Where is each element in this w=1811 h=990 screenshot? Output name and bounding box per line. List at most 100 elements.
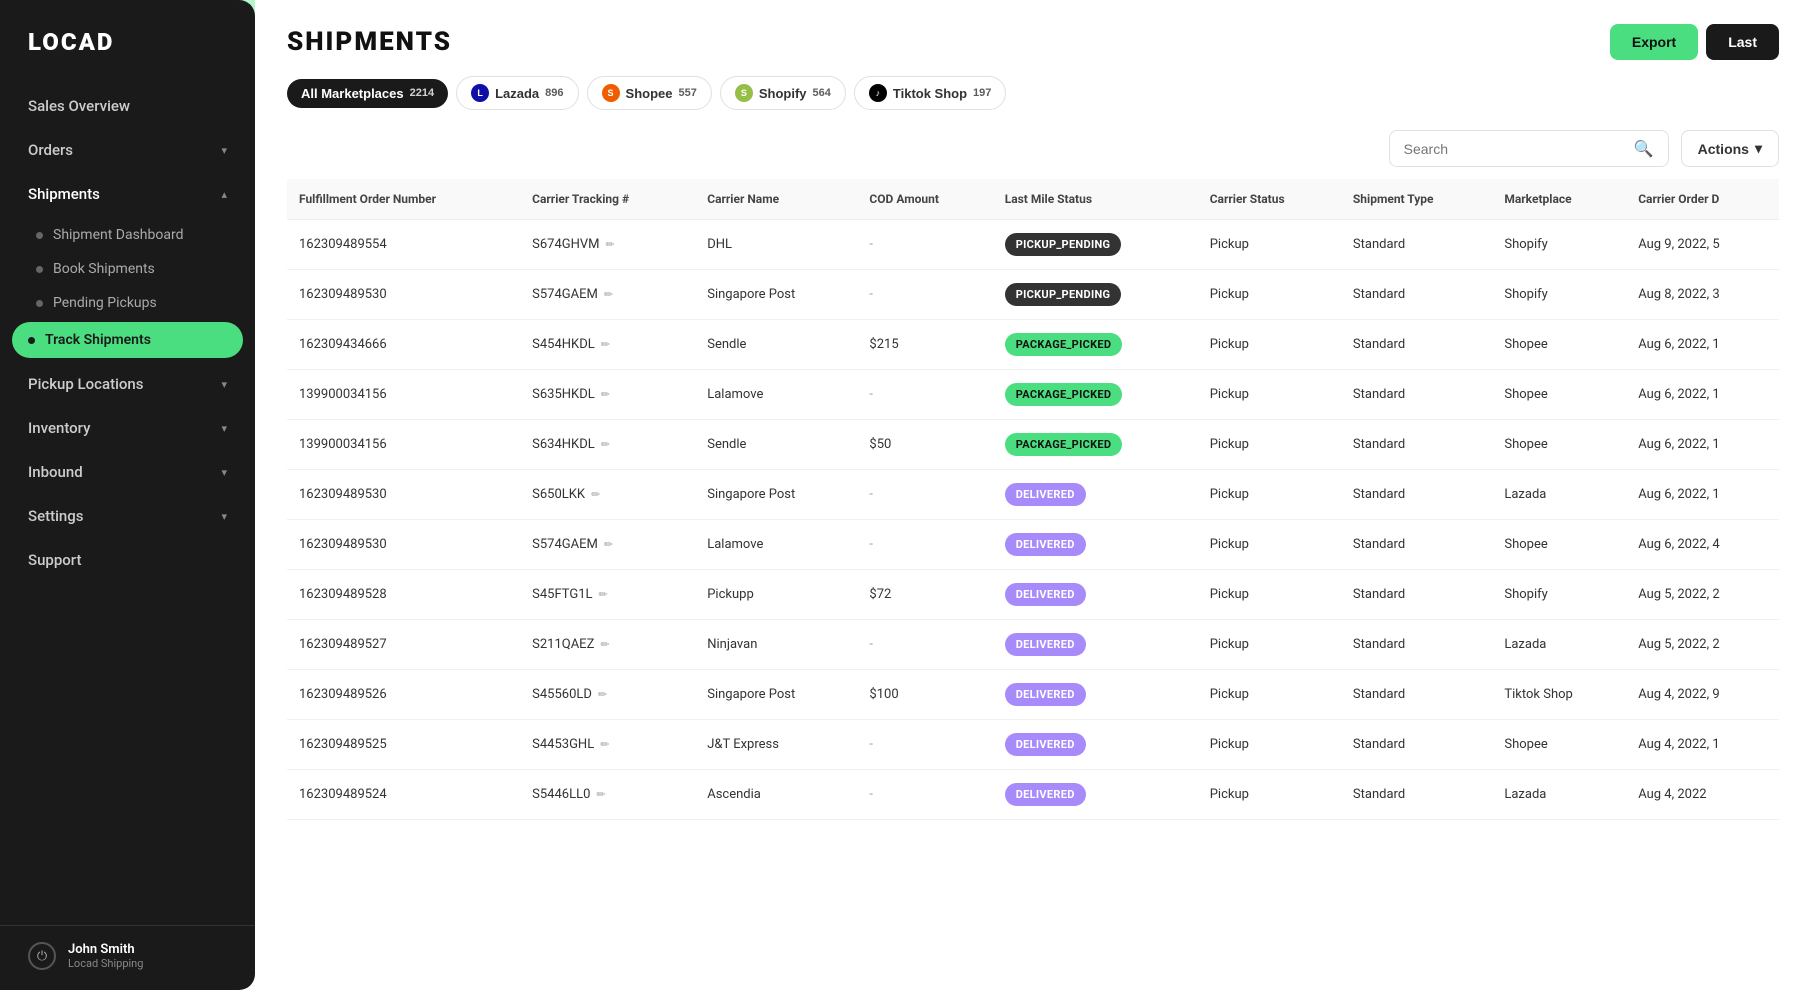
cell-carrier-order-date: Aug 9, 2022, 5 — [1626, 220, 1779, 270]
cell-order-number: 139900034156 — [287, 370, 520, 420]
user-name: John Smith — [68, 942, 143, 957]
table-row: 162309489528 S45FTG1L ✏ Pickupp $72 DELI… — [287, 570, 1779, 620]
marketplace-tabs: All Marketplaces 2214 L Lazada 896 S Sho… — [255, 76, 1811, 122]
tab-count: 896 — [545, 87, 563, 99]
cell-cod: - — [857, 520, 992, 570]
sidebar-item-book-shipments[interactable]: Book Shipments — [0, 252, 255, 286]
status-badge: PACKAGE_PICKED — [1005, 433, 1123, 456]
cell-carrier-order-date: Aug 6, 2022, 1 — [1626, 320, 1779, 370]
col-carrier: Carrier Name — [695, 179, 857, 220]
sidebar-logo: LOCAD — [0, 0, 255, 76]
sidebar-item-pickup-locations[interactable]: Pickup Locations ▾ — [0, 362, 255, 406]
edit-icon[interactable]: ✏ — [591, 488, 600, 501]
tab-label: Lazada — [495, 86, 539, 101]
table-row: 162309489524 S5446LL0 ✏ Ascendia - DELIV… — [287, 770, 1779, 820]
col-tracking: Carrier Tracking # — [520, 179, 695, 220]
cell-marketplace: Shopify — [1492, 220, 1626, 270]
export-button[interactable]: Export — [1610, 24, 1698, 60]
cell-carrier-order-date: Aug 6, 2022, 4 — [1626, 520, 1779, 570]
cell-tracking: S574GAEM ✏ — [520, 270, 695, 320]
cell-last-mile-status: PACKAGE_PICKED — [993, 320, 1198, 370]
cell-marketplace: Lazada — [1492, 770, 1626, 820]
tab-shopify[interactable]: S Shopify 564 — [720, 76, 846, 110]
last-button[interactable]: Last — [1706, 24, 1779, 60]
cell-order-number: 162309489530 — [287, 270, 520, 320]
cell-cod: $215 — [857, 320, 992, 370]
cell-last-mile-status: PACKAGE_PICKED — [993, 370, 1198, 420]
sidebar-footer: ⏻ John Smith Locad Shipping — [0, 925, 255, 990]
cell-cod: - — [857, 770, 992, 820]
sidebar-item-support[interactable]: Support — [0, 538, 255, 582]
chevron-down-icon: ▾ — [221, 466, 227, 479]
cell-cod: $50 — [857, 420, 992, 470]
power-icon[interactable]: ⏻ — [28, 942, 56, 970]
cell-marketplace: Shopee — [1492, 720, 1626, 770]
chevron-down-icon: ▾ — [221, 144, 227, 157]
cell-carrier-order-date: Aug 4, 2022, 1 — [1626, 720, 1779, 770]
status-badge: DELIVERED — [1005, 783, 1086, 806]
cell-carrier-status: Pickup — [1198, 270, 1341, 320]
sidebar-item-shipments[interactable]: Shipments ▴ — [0, 172, 255, 216]
edit-icon[interactable]: ✏ — [604, 538, 613, 551]
actions-button[interactable]: Actions ▾ — [1681, 130, 1779, 167]
search-icon[interactable]: 🔍 — [1634, 139, 1654, 158]
edit-icon[interactable]: ✏ — [601, 338, 610, 351]
tab-shopee[interactable]: S Shopee 557 — [587, 76, 712, 110]
shopify-icon: S — [735, 84, 753, 102]
chevron-up-icon: ▴ — [221, 188, 227, 201]
col-shipment-type: Shipment Type — [1341, 179, 1492, 220]
edit-icon[interactable]: ✏ — [604, 288, 613, 301]
cell-cod: - — [857, 220, 992, 270]
sidebar-item-settings[interactable]: Settings ▾ — [0, 494, 255, 538]
chevron-down-icon: ▾ — [221, 422, 227, 435]
sidebar-nav: Sales Overview Orders ▾ Shipments ▴ Ship… — [0, 76, 255, 925]
cell-cod: - — [857, 470, 992, 520]
cell-carrier-order-date: Aug 4, 2022 — [1626, 770, 1779, 820]
edit-icon[interactable]: ✏ — [599, 588, 608, 601]
sidebar-item-shipment-dashboard[interactable]: Shipment Dashboard — [0, 218, 255, 252]
edit-icon[interactable]: ✏ — [600, 738, 609, 751]
sidebar-item-sales-overview[interactable]: Sales Overview — [0, 84, 255, 128]
search-input[interactable] — [1404, 141, 1626, 157]
cell-shipment-type: Standard — [1341, 270, 1492, 320]
cell-tracking: S4453GHL ✏ — [520, 720, 695, 770]
edit-icon[interactable]: ✏ — [601, 388, 610, 401]
status-badge: DELIVERED — [1005, 483, 1086, 506]
table-row: 162309489554 S674GHVM ✏ DHL - PICKUP_PEN… — [287, 220, 1779, 270]
cell-carrier: J&T Express — [695, 720, 857, 770]
cell-tracking: S211QAEZ ✏ — [520, 620, 695, 670]
chevron-down-icon: ▾ — [221, 378, 227, 391]
status-badge: PICKUP_PENDING — [1005, 233, 1122, 256]
edit-icon[interactable]: ✏ — [598, 688, 607, 701]
sidebar-item-inbound[interactable]: Inbound ▾ — [0, 450, 255, 494]
cell-order-number: 162309489554 — [287, 220, 520, 270]
cell-tracking: S5446LL0 ✏ — [520, 770, 695, 820]
tab-all-marketplaces[interactable]: All Marketplaces 2214 — [287, 79, 448, 108]
edit-icon[interactable]: ✏ — [601, 438, 610, 451]
tab-tiktok[interactable]: ♪ Tiktok Shop 197 — [854, 76, 1007, 110]
sidebar-item-track-shipments[interactable]: Track Shipments — [12, 322, 243, 358]
sidebar-item-inventory[interactable]: Inventory ▾ — [0, 406, 255, 450]
cell-marketplace: Lazada — [1492, 470, 1626, 520]
edit-icon[interactable]: ✏ — [596, 788, 605, 801]
cell-cod: - — [857, 620, 992, 670]
cell-carrier: Sendle — [695, 320, 857, 370]
cell-shipment-type: Standard — [1341, 570, 1492, 620]
sidebar-item-pending-pickups[interactable]: Pending Pickups — [0, 286, 255, 320]
edit-icon[interactable]: ✏ — [606, 238, 615, 251]
cell-shipment-type: Standard — [1341, 620, 1492, 670]
cell-cod: - — [857, 370, 992, 420]
cell-last-mile-status: DELIVERED — [993, 670, 1198, 720]
status-badge: PICKUP_PENDING — [1005, 283, 1122, 306]
edit-icon[interactable]: ✏ — [600, 638, 609, 651]
cell-last-mile-status: DELIVERED — [993, 470, 1198, 520]
tab-lazada[interactable]: L Lazada 896 — [456, 76, 578, 110]
cell-tracking: S635HKDL ✏ — [520, 370, 695, 420]
page-title: SHIPMENTS — [287, 27, 452, 57]
dot-icon — [28, 337, 35, 344]
cell-cod: - — [857, 720, 992, 770]
cell-carrier-status: Pickup — [1198, 570, 1341, 620]
cell-marketplace: Shopee — [1492, 420, 1626, 470]
cell-last-mile-status: DELIVERED — [993, 520, 1198, 570]
sidebar-item-orders[interactable]: Orders ▾ — [0, 128, 255, 172]
